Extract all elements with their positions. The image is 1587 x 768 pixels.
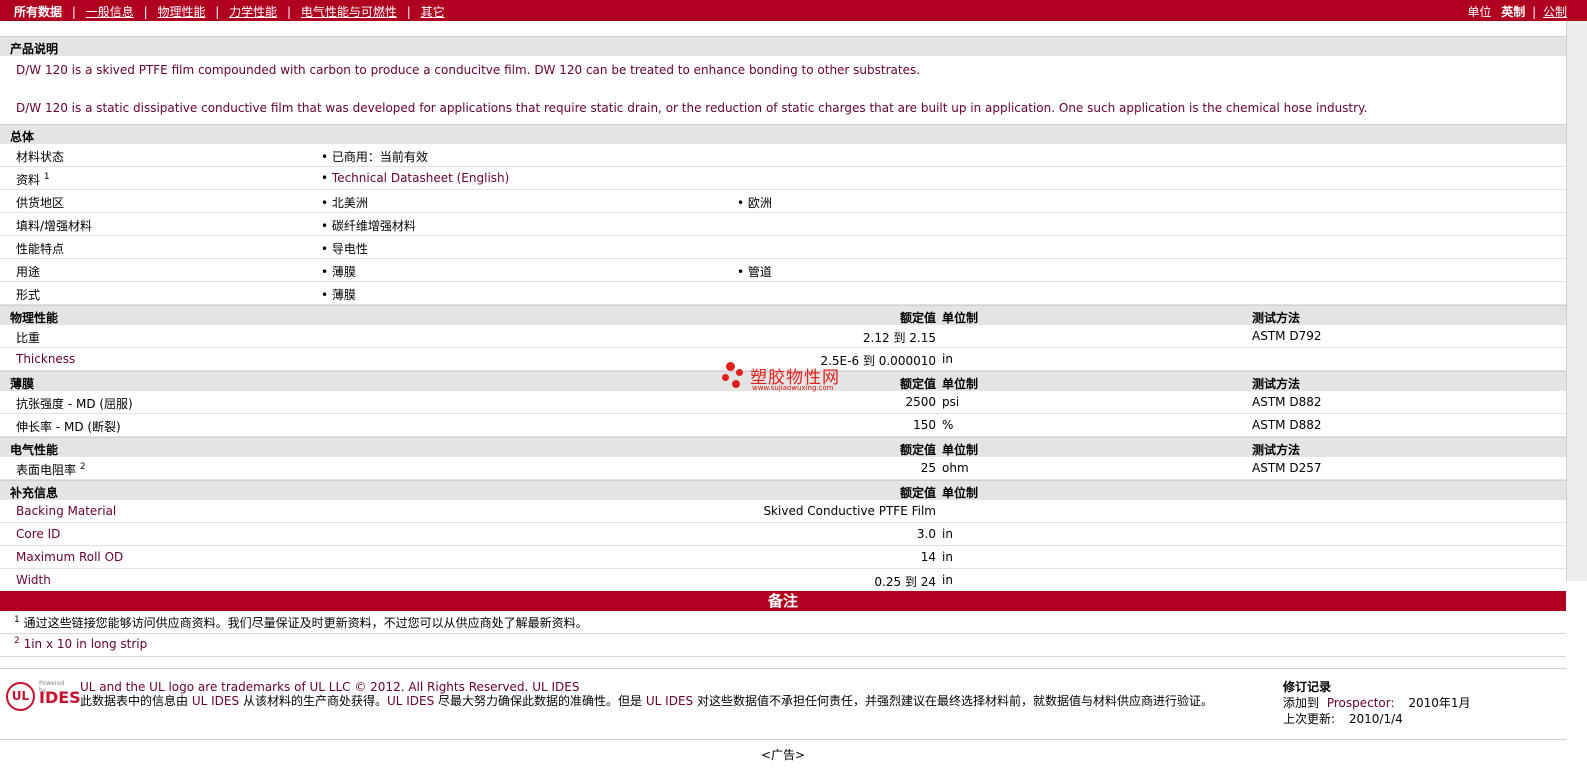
section-nav: 所有数据 | 一般信息 | 物理性能 | 力学性能 | 电气性能与可燃性 | 其… (14, 5, 445, 19)
watermark-logo: 塑胶物性网 www.sujiaowuxing.com (722, 360, 852, 396)
revision-header: 修订记录 (1283, 680, 1332, 694)
product-description: D/W 120 is a skived PTFE film compounded… (0, 56, 1566, 124)
section-header-electrical: 电气性能 额定值 单位制 测试方法 (0, 437, 1566, 457)
section-header-physical: 物理性能 额定值 单位制 测试方法 (0, 305, 1566, 325)
nav-general-info[interactable]: 一般信息 (86, 5, 134, 19)
description-paragraph: D/W 120 is a static dissipative conducti… (16, 101, 1368, 115)
prospector-link[interactable]: Prospector: (1327, 696, 1395, 710)
table-row: 比重 2.12 到 2.15 ASTM D792 (0, 325, 1566, 348)
table-row: 表面电阻率 2 25 ohm ASTM D257 (0, 457, 1566, 480)
description-paragraph: D/W 120 is a skived PTFE film compounded… (16, 63, 921, 77)
section-header-description: 产品说明 (0, 36, 1566, 56)
table-row: 形式 • 薄膜 (0, 282, 1566, 305)
table-row: Maximum Roll OD 14 in (0, 546, 1566, 569)
table-row: 伸长率 - MD (断裂) 150 % ASTM D882 (0, 414, 1566, 437)
trademark-text: UL and the UL logo are trademarks of UL … (80, 680, 529, 694)
table-row: 资料 1 • Technical Datasheet (English) (0, 167, 1566, 190)
section-header-general: 总体 (0, 124, 1566, 144)
units-metric-link[interactable]: 公制 (1543, 5, 1567, 19)
units-switch: 单位 英制 | 公制 (1467, 5, 1567, 19)
units-label: 单位 (1467, 5, 1492, 19)
watermark-url: www.sujiaowuxing.com (752, 384, 834, 392)
nav-other[interactable]: 其它 (421, 5, 445, 19)
nav-physical[interactable]: 物理性能 (157, 5, 205, 19)
ul-ides-link[interactable]: UL IDES (192, 694, 239, 708)
legal-notice: UL and the UL logo are trademarks of UL … (80, 680, 1213, 708)
scrollbar[interactable] (1566, 21, 1587, 581)
datasheet-content: 产品说明 D/W 120 is a skived PTFE film compo… (0, 36, 1566, 657)
nav-mechanical[interactable]: 力学性能 (229, 5, 277, 19)
nav-all-data[interactable]: 所有数据 (14, 5, 62, 19)
units-imperial[interactable]: 英制 (1501, 5, 1525, 19)
footnote: 2 1in x 10 in long strip (0, 634, 1566, 657)
table-row: 填料/增强材料 • 碳纤维增强材料 (0, 213, 1566, 236)
revision-history: 修订记录 添加到 Prospector: 2010年1月 上次更新: 2010/… (1283, 680, 1471, 726)
table-row: Backing Material Skived Conductive PTFE … (0, 500, 1566, 523)
footnote: 1 通过这些链接您能够访问供应商资料。我们尽量保证及时更新资料，不过您可以从供应… (0, 611, 1566, 634)
top-nav-bar: 所有数据 | 一般信息 | 物理性能 | 力学性能 | 电气性能与可燃性 | 其… (0, 0, 1587, 21)
ul-ides-link[interactable]: UL IDES (532, 680, 579, 694)
advertisement-label: <广告> (760, 748, 806, 762)
notes-header: 备注 (0, 591, 1566, 611)
table-row: 用途 • 薄膜 • 管道 (0, 259, 1566, 282)
ul-logo-icon: UL (6, 682, 35, 711)
table-row: Core ID 3.0 in (0, 523, 1566, 546)
nav-electrical[interactable]: 电气性能与可燃性 (301, 5, 397, 19)
footer: UL Powered by IDES UL and the UL logo ar… (0, 668, 1566, 740)
ul-ides-link[interactable]: UL IDES (646, 694, 693, 708)
table-row: Width 0.25 到 24 in (16, 573, 953, 589)
table-row: 材料状态 • 已商用：当前有效 (0, 144, 1566, 167)
updated-date: 2010/1/4 (1348, 712, 1403, 726)
table-row: 性能特点 • 导电性 (0, 236, 1566, 259)
section-header-supplemental: 补充信息 额定值 单位制 (0, 480, 1566, 500)
footnote-ref: 1 (43, 172, 50, 182)
technical-datasheet-link[interactable]: Technical Datasheet (English) (332, 171, 509, 185)
footnote-ref: 2 (79, 462, 86, 472)
table-row: 供货地区 • 北美洲 • 欧洲 (0, 190, 1566, 213)
added-date: 2010年1月 (1408, 696, 1471, 710)
ul-ides-logo: UL Powered by IDES (6, 680, 81, 712)
ul-ides-link[interactable]: UL IDES (387, 694, 434, 708)
